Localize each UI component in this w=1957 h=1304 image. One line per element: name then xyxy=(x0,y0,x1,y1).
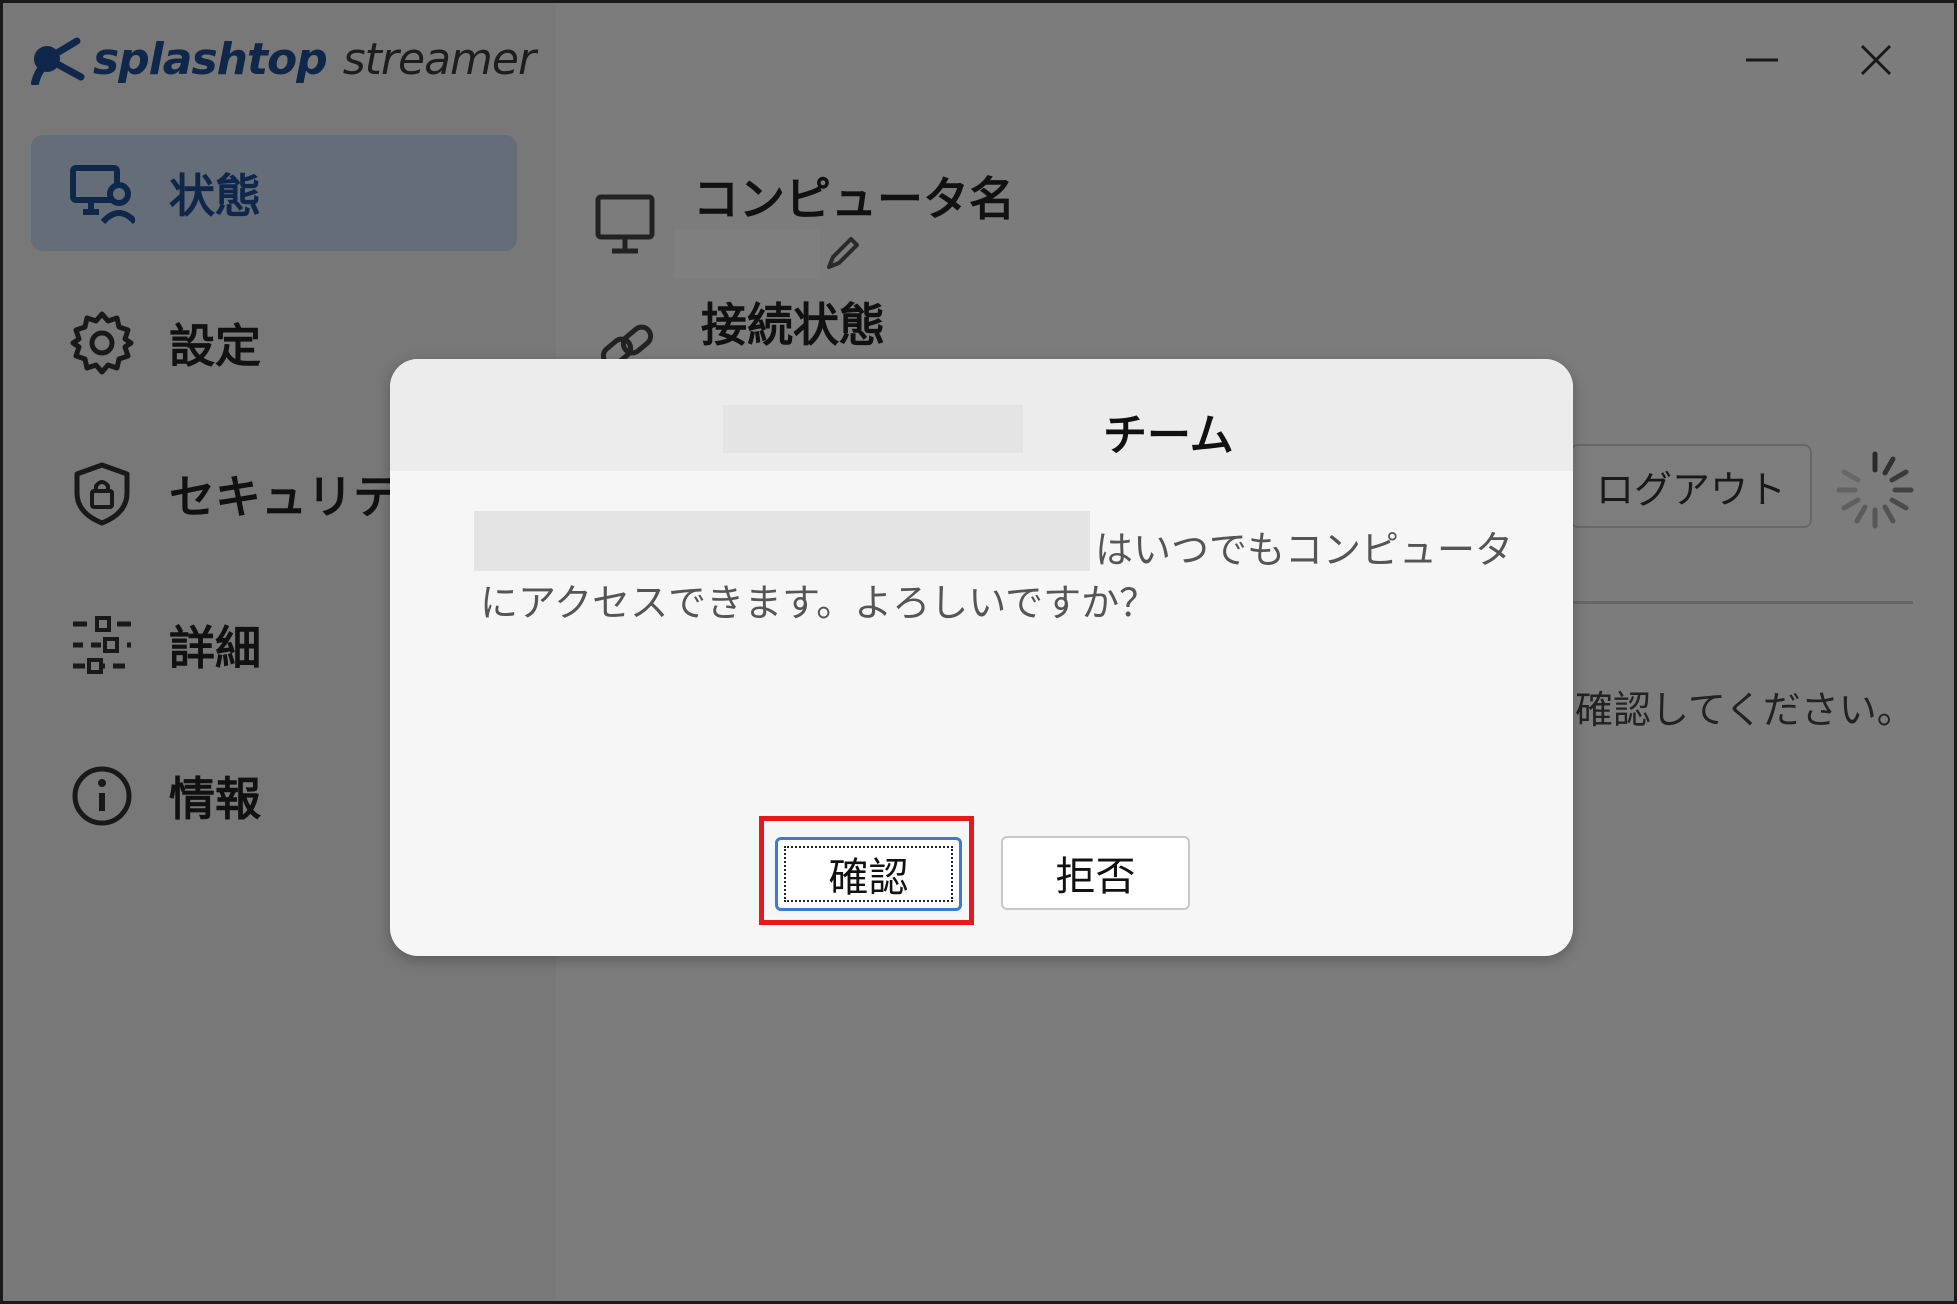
requester-name-redacted xyxy=(474,511,1090,571)
reject-button-label: 拒否 xyxy=(1055,854,1136,900)
dialog-message-line2: にアクセスできます。よろしいですか？ xyxy=(480,581,1158,625)
dialog-header: チーム xyxy=(390,359,1573,471)
dialog-title: チーム xyxy=(1103,410,1234,461)
team-name-redacted xyxy=(723,405,1023,453)
confirm-dialog: チーム はいつでもコンピュータ にアクセスできます。よろしいですか？ 確認 拒否 xyxy=(390,359,1573,956)
annotation-highlight-box xyxy=(759,816,974,925)
app-window: splashtop streamer 状態 xyxy=(0,0,1957,1304)
reject-button[interactable]: 拒否 xyxy=(1001,836,1190,910)
dialog-message-line1: はいつでもコンピュータ xyxy=(1095,528,1514,572)
